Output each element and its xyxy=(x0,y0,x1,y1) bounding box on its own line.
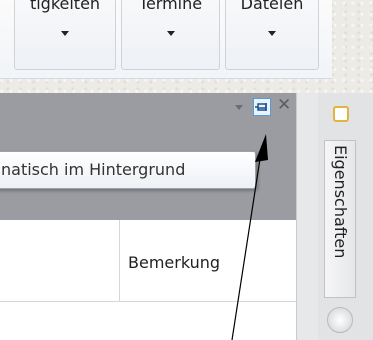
annotation-arrow-icon xyxy=(231,134,268,340)
